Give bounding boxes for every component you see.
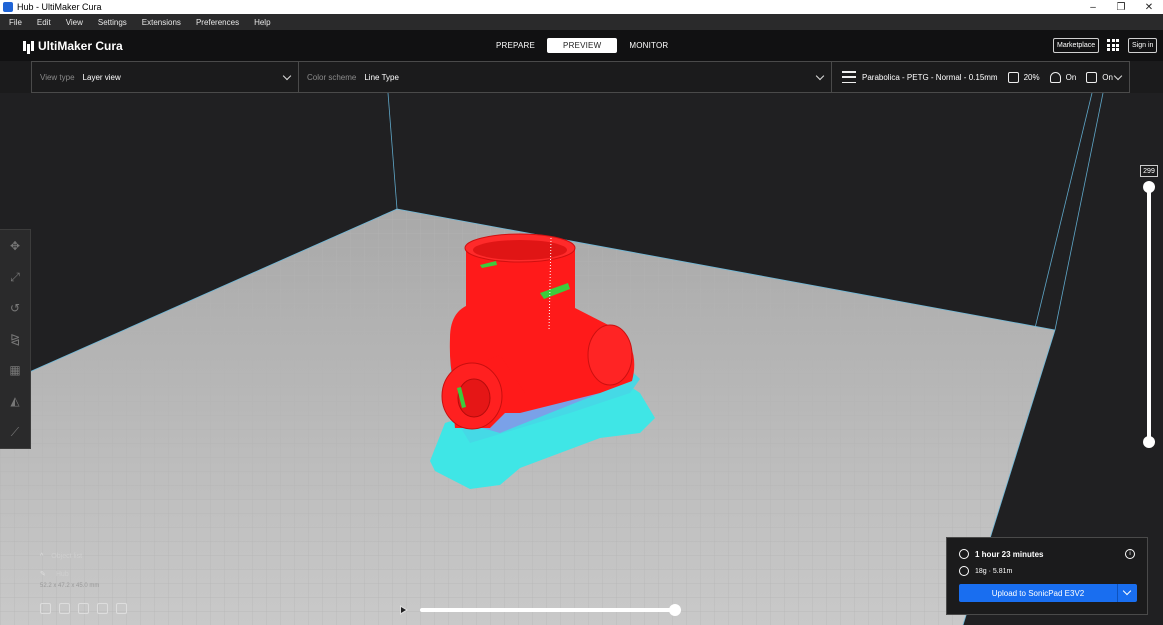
object-dimensions: 52.2 x 47.2 x 45.0 mm [40,583,100,589]
adhesion-value: On [1102,72,1113,82]
path-slider-track[interactable] [420,608,676,612]
support-blocker-icon[interactable]: ◭ [8,394,22,408]
chevron-down-icon [815,71,825,81]
view-3d-icon[interactable] [40,603,51,614]
view-type-dropdown[interactable]: View type Layer view [32,62,299,92]
minimize-button[interactable]: – [1079,0,1107,14]
marketplace-button[interactable]: Marketplace [1053,38,1100,53]
camera-view-buttons [40,603,127,614]
print-settings-selector[interactable]: Parabolica - PETG - Normal - 0.15mm 20% … [832,62,1129,92]
view-type-value: Layer view [82,72,121,82]
scale-icon[interactable]: ⤢ [8,270,22,284]
stage-tabs: PREPARE PREVIEW MONITOR [484,38,680,53]
chevron-down-icon[interactable] [1117,584,1137,602]
object-row[interactable]: ✎ Hub [40,568,99,580]
layer-slider-top-handle[interactable] [1143,181,1155,193]
support-value: On [1065,72,1077,82]
adhesion-icon [1086,71,1098,83]
path-slider-handle[interactable] [669,604,681,616]
view-right-icon[interactable] [116,603,127,614]
infill-icon [1007,71,1019,83]
spool-icon [959,566,969,576]
info-icon[interactable]: i [1125,549,1135,559]
menu-edit[interactable]: Edit [37,18,51,27]
chevron-down-icon [282,71,292,81]
play-icon[interactable] [400,605,408,615]
applications-grid-icon[interactable] [1107,39,1119,51]
menu-file[interactable]: File [9,18,22,27]
material-row: 18g · 5.81m [959,566,1012,576]
move-icon[interactable]: ✥ [8,239,22,253]
print-time-row: 1 hour 23 minutes [959,549,1043,559]
upload-label: Upload to SonicPad E3V2 [991,588,1085,598]
chevron-down-icon [1113,71,1123,81]
profile-name: Parabolica - PETG - Normal - 0.15mm [862,72,998,82]
menu-view[interactable]: View [66,18,83,27]
clock-icon [959,549,969,559]
ultimaker-logo-icon [22,41,34,51]
app-header: UltiMaker Cura PREPARE PREVIEW MONITOR M… [0,30,1163,61]
menu-help[interactable]: Help [254,18,270,27]
build-volume-edge [1054,93,1104,331]
print-info-panel: 1 hour 23 minutes i 18g · 5.81m Upload t… [946,537,1148,615]
print-time: 1 hour 23 minutes [975,549,1044,559]
layer-slider-bottom-handle[interactable] [1143,436,1155,448]
menu-bar: File Edit View Settings Extensions Prefe… [0,14,1163,30]
sliders-icon [842,71,856,83]
layer-number-input[interactable]: 299 [1140,165,1158,177]
support-icon [1049,71,1061,83]
view-toolbar: View type Layer view Color scheme Line T… [31,61,1130,93]
build-volume-edge [387,93,398,210]
tab-prepare[interactable]: PREPARE [484,38,547,53]
object-list-panel: ^ Object list ✎ Hub 52.2 x 47.2 x 45.0 m… [40,550,99,592]
infill-value: 20% [1023,72,1040,82]
object-list-header: Object list [51,552,83,560]
object-name: Hub [55,570,69,578]
tool-panel: ✥ ⤢ ↺ ⧎ ▦ ◭ ⟋ [0,229,31,449]
color-scheme-value: Line Type [364,72,399,82]
upload-button[interactable]: Upload to SonicPad E3V2 [959,584,1137,602]
tab-monitor[interactable]: MONITOR [617,38,680,53]
chevron-up-icon: ^ [40,552,44,560]
window-title: Hub - UltiMaker Cura [17,2,102,12]
view-front-icon[interactable] [59,603,70,614]
close-button[interactable]: ✕ [1135,0,1163,14]
color-scheme-label: Color scheme [307,72,357,82]
ultimaker-logo: UltiMaker Cura [22,39,123,53]
sign-in-button[interactable]: Sign in [1128,38,1158,53]
pencil-icon: ✎ [40,571,46,578]
cura-app-icon [3,2,13,12]
restore-button[interactable]: ❐ [1107,0,1135,14]
menu-settings[interactable]: Settings [98,18,127,27]
layer-slider-track[interactable] [1147,186,1151,442]
measure-icon[interactable]: ⟋ [8,425,22,439]
menu-preferences[interactable]: Preferences [196,18,239,27]
object-list-toggle[interactable]: ^ Object list [40,550,99,562]
view-left-icon[interactable] [97,603,108,614]
logo-text: UltiMaker Cura [38,39,123,53]
color-scheme-dropdown[interactable]: Color scheme Line Type [299,62,832,92]
view-type-label: View type [40,72,75,82]
view-top-icon[interactable] [78,603,89,614]
menu-extensions[interactable]: Extensions [142,18,181,27]
material-usage: 18g · 5.81m [975,567,1013,575]
tab-preview[interactable]: PREVIEW [547,38,618,53]
per-model-settings-icon[interactable]: ▦ [8,363,22,377]
mirror-icon[interactable]: ⧎ [8,332,22,346]
rotate-icon[interactable]: ↺ [8,301,22,315]
title-bar: Hub - UltiMaker Cura – ❐ ✕ [0,0,1163,14]
